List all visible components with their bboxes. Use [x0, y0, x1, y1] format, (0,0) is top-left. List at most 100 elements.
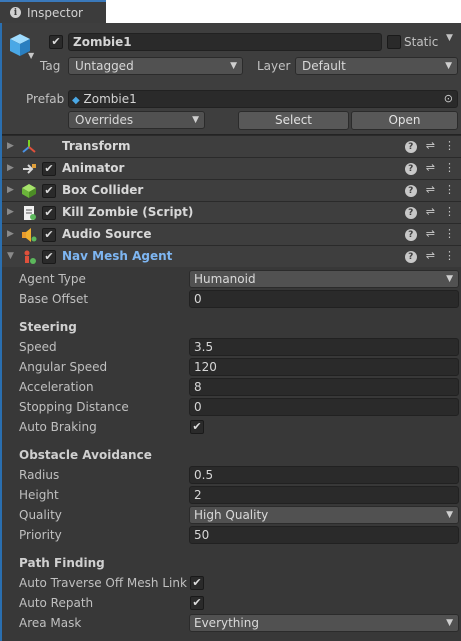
more-menu-icon[interactable]: ⋮	[444, 183, 455, 197]
prefab-label: Prefab	[26, 92, 65, 106]
auto-braking-checkbox[interactable]: ✔	[190, 420, 204, 434]
priority-label: Priority	[19, 528, 62, 542]
select-button[interactable]: Select	[238, 111, 349, 130]
more-menu-icon[interactable]: ⋮	[444, 227, 455, 241]
component-tools: ? ⇌ ⋮	[404, 249, 455, 263]
static-label: Static	[404, 35, 439, 49]
chevron-down-icon: ▼	[446, 274, 453, 284]
base-offset-field[interactable]: 0	[189, 290, 459, 308]
fold-arrow-icon[interactable]: ▶	[7, 185, 14, 195]
component-tools: ? ⇌ ⋮	[404, 139, 455, 153]
component-name: Nav Mesh Agent	[62, 249, 173, 263]
box-collider-icon	[22, 184, 36, 198]
presets-icon[interactable]: ⇌	[426, 183, 435, 197]
presets-icon[interactable]: ⇌	[426, 227, 435, 241]
component-name: Animator	[62, 161, 125, 175]
quality-label: Quality	[19, 508, 62, 522]
component-tools: ? ⇌ ⋮	[404, 205, 455, 219]
component-transform[interactable]: ▶ Transform ? ⇌ ⋮	[2, 135, 461, 157]
agent-type-value: Humanoid	[194, 272, 256, 286]
speed-field[interactable]: 3.5	[189, 338, 459, 356]
tag-label: Tag	[40, 59, 61, 73]
object-picker-icon[interactable]: ⊙	[444, 91, 453, 107]
more-menu-icon[interactable]: ⋮	[444, 249, 455, 263]
overrides-dropdown[interactable]: Overrides ▼	[68, 111, 205, 129]
component-name: Audio Source	[62, 227, 152, 241]
chevron-down-icon: ▼	[230, 61, 237, 71]
tab-strip: i Inspector	[0, 0, 461, 23]
area-mask-dropdown[interactable]: Everything ▼	[189, 614, 459, 632]
help-icon[interactable]: ?	[404, 229, 417, 241]
steering-heading: Steering	[19, 320, 77, 334]
prefab-field[interactable]: ◆ Zombie1 ⊙	[68, 90, 458, 108]
component-enabled-checkbox[interactable]: ✔	[42, 184, 56, 198]
layer-value: Default	[302, 59, 346, 73]
priority-field[interactable]: 50	[189, 526, 459, 544]
fold-arrow-icon[interactable]: ▶	[7, 141, 14, 151]
more-menu-icon[interactable]: ⋮	[444, 161, 455, 175]
chevron-down-icon: ▼	[445, 61, 452, 71]
acceleration-field[interactable]: 8	[189, 378, 459, 396]
more-menu-icon[interactable]: ⋮	[444, 205, 455, 219]
agent-type-label: Agent Type	[19, 272, 86, 286]
component-name: Kill Zombie (Script)	[62, 205, 194, 219]
agent-type-dropdown[interactable]: Humanoid ▼	[189, 270, 459, 288]
angular-speed-field[interactable]: 120	[189, 358, 459, 376]
presets-icon[interactable]: ⇌	[426, 161, 435, 175]
component-enabled-checkbox[interactable]: ✔	[42, 250, 56, 264]
object-name-field[interactable]: Zombie1	[68, 33, 382, 51]
component-enabled-checkbox[interactable]: ✔	[42, 228, 56, 242]
height-field[interactable]: 2	[189, 486, 459, 504]
height-label: Height	[19, 488, 59, 502]
area-mask-value: Everything	[194, 616, 259, 630]
auto-repath-checkbox[interactable]: ✔	[190, 596, 204, 610]
help-icon[interactable]: ?	[404, 163, 417, 175]
static-checkbox[interactable]: ✔	[387, 35, 401, 49]
fold-arrow-icon[interactable]: ▶	[7, 229, 14, 239]
area-mask-label: Area Mask	[19, 616, 82, 630]
component-box-collider[interactable]: ▶ ✔ Box Collider ? ⇌ ⋮	[2, 179, 461, 201]
fold-arrow-icon[interactable]: ▶	[7, 207, 14, 217]
component-name: Box Collider	[62, 183, 144, 197]
help-icon[interactable]: ?	[404, 207, 417, 219]
static-dropdown-icon[interactable]: ▼	[446, 33, 453, 43]
help-icon[interactable]: ?	[404, 251, 417, 263]
component-enabled-checkbox[interactable]: ✔	[42, 162, 56, 176]
fold-arrow-icon[interactable]: ▶	[7, 163, 14, 173]
quality-dropdown[interactable]: High Quality ▼	[189, 506, 459, 524]
component-enabled-checkbox[interactable]: ✔	[42, 206, 56, 220]
component-tools: ? ⇌ ⋮	[404, 227, 455, 241]
layer-label: Layer	[257, 59, 291, 73]
component-audio-source[interactable]: ▶ ✔ Audio Source ? ⇌ ⋮	[2, 223, 461, 245]
tab-inspector[interactable]: i Inspector	[0, 0, 106, 23]
icon-dropdown-icon[interactable]: ▼	[28, 51, 34, 60]
inspector-panel: ▼ ✔ Zombie1 ✔ Static ▼ Tag Untagged ▼ La…	[0, 23, 461, 641]
script-icon	[24, 206, 36, 220]
layer-dropdown[interactable]: Default ▼	[295, 57, 458, 75]
auto-traverse-label: Auto Traverse Off Mesh Link	[19, 576, 187, 590]
auto-traverse-checkbox[interactable]: ✔	[190, 576, 204, 590]
presets-icon[interactable]: ⇌	[426, 139, 435, 153]
object-header: ▼ ✔ Zombie1 ✔ Static ▼ Tag Untagged ▼ La…	[2, 23, 461, 135]
audio-source-icon	[22, 228, 37, 242]
radius-field[interactable]: 0.5	[189, 466, 459, 484]
animator-icon	[23, 164, 36, 174]
component-animator[interactable]: ▶ ✔ Animator ? ⇌ ⋮	[2, 157, 461, 179]
component-kill-zombie-script[interactable]: ▶ ✔ Kill Zombie (Script) ? ⇌ ⋮	[2, 201, 461, 223]
stopping-distance-field[interactable]: 0	[189, 398, 459, 416]
presets-icon[interactable]: ⇌	[426, 249, 435, 263]
help-icon[interactable]: ?	[404, 141, 417, 153]
base-offset-label: Base Offset	[19, 292, 89, 306]
presets-icon[interactable]: ⇌	[426, 205, 435, 219]
fold-arrow-expanded-icon[interactable]: ▼	[7, 251, 14, 261]
tag-dropdown[interactable]: Untagged ▼	[68, 57, 243, 75]
obstacle-avoidance-heading: Obstacle Avoidance	[19, 448, 152, 462]
open-button[interactable]: Open	[351, 111, 458, 130]
component-tools: ? ⇌ ⋮	[404, 183, 455, 197]
component-nav-mesh-agent[interactable]: ▼ ✔ Nav Mesh Agent ? ⇌ ⋮	[2, 245, 461, 267]
more-menu-icon[interactable]: ⋮	[444, 139, 455, 153]
tab-label: Inspector	[27, 5, 83, 20]
stopping-distance-label: Stopping Distance	[19, 400, 129, 414]
help-icon[interactable]: ?	[404, 185, 417, 197]
active-checkbox[interactable]: ✔	[49, 35, 63, 49]
